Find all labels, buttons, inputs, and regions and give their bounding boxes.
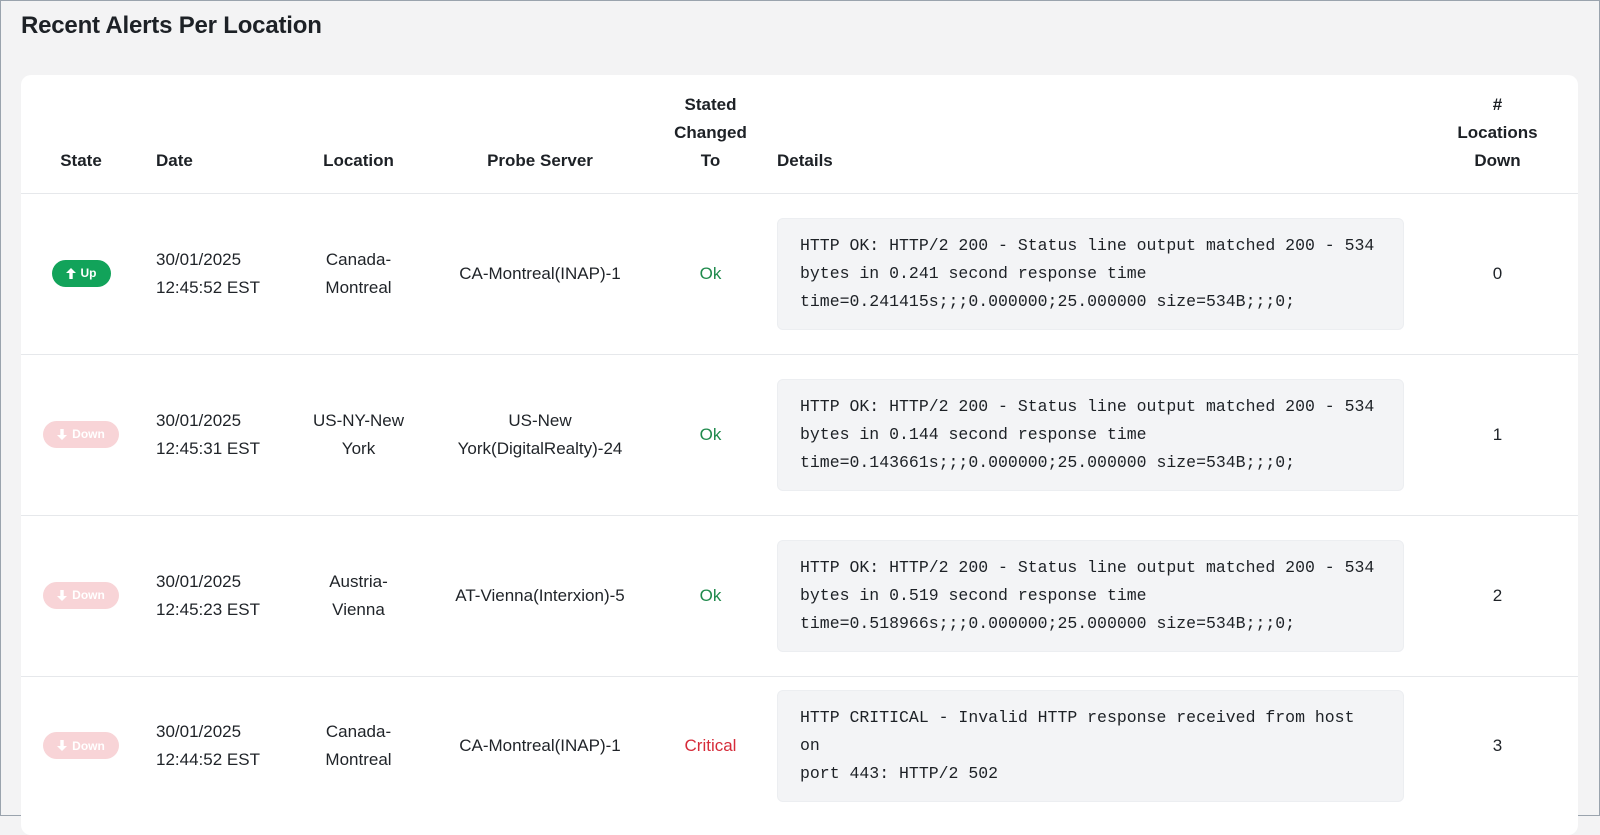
state-changed-cell: Ok: [699, 585, 722, 605]
details-box: HTTP OK: HTTP/2 200 - Status line output…: [777, 217, 1404, 330]
location-cell: Canada- Montreal: [325, 722, 392, 770]
probe-server-cell: CA-Montreal(INAP)-1: [459, 736, 621, 756]
date-cell: 30/01/2025 12:44:52 EST: [156, 722, 260, 770]
probe-server-cell: CA-Montreal(INAP)-1: [459, 263, 621, 283]
alerts-table-card: State Date Location Probe Server Stated …: [21, 75, 1578, 835]
probe-server-cell: US-New York(DigitalRealty)-24: [457, 410, 623, 458]
alerts-table: State Date Location Probe Server Stated …: [21, 75, 1578, 816]
location-cell: Austria- Vienna: [329, 571, 388, 619]
details-cell: HTTP CRITICAL - Invalid HTTP response re…: [762, 676, 1417, 816]
details-box: HTTP OK: HTTP/2 200 - Status line output…: [777, 378, 1404, 491]
location-cell: Canada- Montreal: [325, 249, 392, 297]
state-cell: Down: [21, 354, 141, 515]
header-date[interactable]: Date: [141, 75, 296, 193]
status-badge-down: Down: [43, 581, 119, 609]
header-state-changed-to[interactable]: Stated Changed To: [659, 75, 762, 193]
table-row: Down 30/01/2025 12:44:52 EST Canada- Mon…: [21, 676, 1578, 816]
state-cell: Down: [21, 515, 141, 676]
locations-down-cell: 0: [1492, 263, 1503, 283]
date-cell: 30/01/2025 12:45:23 EST: [156, 571, 260, 619]
probe-server-cell: AT-Vienna(Interxion)-5: [455, 585, 625, 605]
table-header-row: State Date Location Probe Server Stated …: [21, 75, 1578, 193]
locations-down-cell: 2: [1492, 585, 1503, 605]
status-badge-down: Down: [43, 420, 119, 448]
header-location[interactable]: Location: [296, 75, 421, 193]
locations-down-cell: 1: [1492, 424, 1503, 444]
arrow-up-icon: [65, 267, 76, 279]
locations-down-cell: 3: [1492, 736, 1503, 756]
location-cell: US-NY-New York: [312, 410, 404, 458]
state-changed-cell: Ok: [699, 424, 722, 444]
state-cell: Down: [21, 676, 141, 816]
header-details[interactable]: Details: [762, 75, 1417, 193]
table-row: Up 30/01/2025 12:45:52 EST Canada- Montr…: [21, 193, 1578, 354]
table-row: Down 30/01/2025 12:45:23 EST Austria- Vi…: [21, 515, 1578, 676]
page-title: Recent Alerts Per Location: [21, 12, 322, 39]
state-changed-cell: Critical: [684, 736, 737, 756]
date-cell: 30/01/2025 12:45:52 EST: [156, 249, 260, 297]
details-cell: HTTP OK: HTTP/2 200 - Status line output…: [762, 354, 1417, 515]
date-cell: 30/01/2025 12:45:31 EST: [156, 410, 260, 458]
status-badge-up: Up: [51, 259, 111, 287]
status-badge-down: Down: [43, 732, 119, 760]
state-cell: Up: [21, 193, 141, 354]
arrow-down-icon: [57, 740, 68, 752]
details-cell: HTTP OK: HTTP/2 200 - Status line output…: [762, 193, 1417, 354]
arrow-down-icon: [57, 589, 68, 601]
details-box: HTTP OK: HTTP/2 200 - Status line output…: [777, 539, 1404, 652]
header-locations-down[interactable]: # Locations Down: [1417, 75, 1578, 193]
table-row: Down 30/01/2025 12:45:31 EST US-NY-New Y…: [21, 354, 1578, 515]
arrow-down-icon: [57, 428, 68, 440]
state-changed-cell: Ok: [699, 263, 722, 283]
header-state[interactable]: State: [21, 75, 141, 193]
header-probe-server[interactable]: Probe Server: [421, 75, 659, 193]
details-box: HTTP CRITICAL - Invalid HTTP response re…: [777, 690, 1404, 803]
details-cell: HTTP OK: HTTP/2 200 - Status line output…: [762, 515, 1417, 676]
